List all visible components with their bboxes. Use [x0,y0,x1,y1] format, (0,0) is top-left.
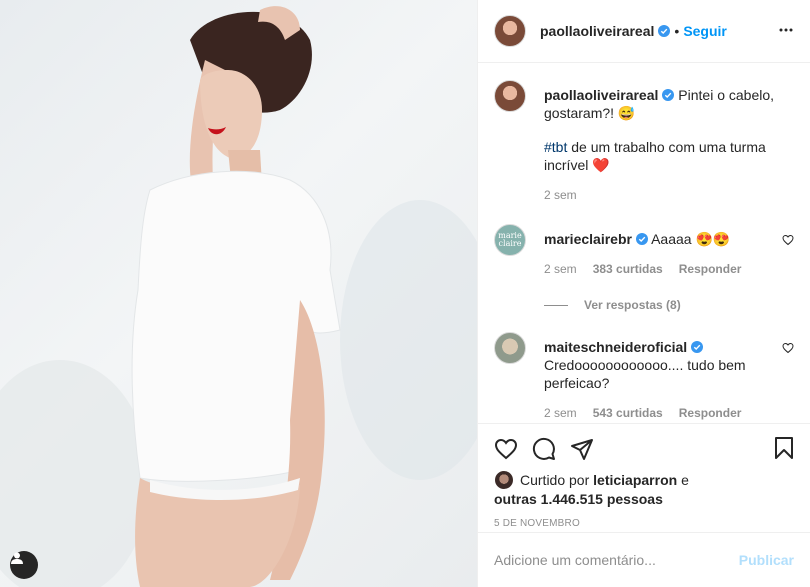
liker-avatar[interactable] [494,470,514,490]
hashtag-link[interactable]: #tbt [544,139,567,155]
caption-username[interactable]: paollaoliveirareal [544,87,658,103]
likes-summary: Curtido por leticiaparron e [494,470,794,490]
follow-button[interactable]: Seguir [683,23,727,39]
separator-dot: • [674,23,680,39]
post-header: paollaoliveirareal • Seguir [478,0,810,63]
likes-prefix: Curtido por [520,472,594,488]
post-dialog: paollaoliveirareal • Seguir paollaolivei… [0,0,810,587]
likes-others-row: outras 1.446.515 pessoas [494,490,794,508]
add-comment-bar: Publicar [478,532,810,587]
likes-middle: e [677,472,689,488]
comment-meta: 2 sem 543 curtidas Responder [544,406,790,420]
commenter-avatar[interactable] [494,332,526,364]
comment-text: maiteschneideroficial Credoooooooooooo...… [544,332,790,392]
bookmark-icon[interactable] [772,436,796,460]
view-replies-label: Ver respostas (8) [584,298,681,312]
verified-icon [691,341,704,353]
post-photo[interactable] [0,0,477,587]
verified-icon [658,25,671,37]
reply-button[interactable]: Responder [679,406,742,420]
comment-meta: 2 sem 383 curtidas Responder [544,262,790,276]
comment-input[interactable] [494,552,739,568]
comment-time[interactable]: 2 sem [544,262,577,276]
likes-text: Curtido por leticiaparron e [520,471,689,489]
comment-item: marie claire marieclairebr Aaaaa 😍😍 2 se… [494,224,794,276]
post-side-panel: paollaoliveirareal • Seguir paollaolivei… [477,0,810,587]
user-tag-icon[interactable] [10,551,38,579]
caption-time[interactable]: 2 sem [544,188,577,202]
comment-icon[interactable] [532,437,556,461]
caption-avatar[interactable] [494,80,526,112]
commenter-avatar[interactable]: marie claire [494,224,526,256]
comment-likes[interactable]: 383 curtidas [593,262,663,276]
comment-item: maiteschneideroficial Credoooooooooooo...… [494,332,794,420]
caption-body-2: de um trabalho com uma turma incrível ❤️ [544,139,766,173]
comment-body: Credoooooooooooo.... tudo bem perfeicao? [544,357,746,391]
comment-time[interactable]: 2 sem [544,406,577,420]
post-date[interactable]: 5 DE NOVEMBRO [494,518,794,529]
avatar-logo-text: marie claire [498,231,522,248]
verified-icon [635,233,648,245]
verified-icon [662,89,675,101]
replies-line [544,304,568,306]
more-options-icon[interactable] [778,22,794,38]
caption: paollaoliveirareal Pintei o cabelo, gost… [494,80,794,202]
share-icon[interactable] [570,437,594,461]
comment-body: Aaaaa 😍😍 [647,231,731,247]
caption-second-paragraph: #tbt de um trabalho com uma turma incrív… [544,132,790,174]
author-username[interactable]: paollaoliveirareal [540,23,654,39]
comment-heart-icon[interactable] [782,342,794,354]
comments-list: paollaoliveirareal Pintei o cabelo, gost… [478,64,810,422]
liker-username[interactable]: leticiaparron [593,472,677,488]
comment-text: marieclairebr Aaaaa 😍😍 [544,224,790,248]
comment-likes[interactable]: 543 curtidas [593,406,663,420]
commenter-username[interactable]: maiteschneideroficial [544,339,687,355]
post-actions: Curtido por leticiaparron e outras 1.446… [478,423,810,529]
caption-text: paollaoliveirareal Pintei o cabelo, gost… [544,80,790,122]
publish-button[interactable]: Publicar [739,552,794,568]
view-replies-button[interactable]: Ver respostas (8) [544,298,794,312]
author-avatar[interactable] [494,15,526,47]
photo-illustration [0,6,477,587]
action-icons [494,434,794,464]
caption-meta: 2 sem [544,188,790,202]
heart-icon[interactable] [494,437,518,461]
comment-heart-icon[interactable] [782,234,794,246]
reply-button[interactable]: Responder [679,262,742,276]
likes-others[interactable]: outras 1.446.515 pessoas [494,491,663,507]
commenter-username[interactable]: marieclairebr [544,231,632,247]
